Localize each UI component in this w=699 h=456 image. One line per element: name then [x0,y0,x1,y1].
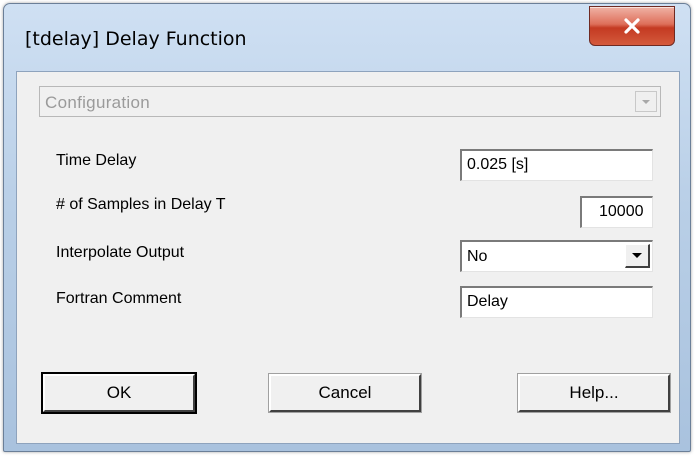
time-delay-label: Time Delay [56,152,137,169]
cancel-button[interactable]: Cancel [268,373,422,413]
time-delay-value: 0.025 [s] [467,156,529,173]
ok-button[interactable]: OK [41,372,197,414]
help-button[interactable]: Help... [517,373,671,413]
dialog-window: [tdelay] Delay Function Configuration Ti… [3,3,691,452]
configuration-selected: Configuration [45,93,151,112]
interpolate-label: Interpolate Output [56,244,185,261]
samples-value: 10000 [599,203,644,220]
samples-input[interactable]: 10000 [580,196,653,228]
interpolate-dropdown-button[interactable] [625,244,650,268]
configuration-dropdown[interactable]: Configuration [39,86,661,117]
configuration-dropdown-button[interactable] [635,91,657,112]
dialog-content: Configuration Time Delay 0.025 [s] # of … [16,71,680,444]
chevron-down-icon [642,99,650,104]
time-delay-input[interactable]: 0.025 [s] [460,149,653,181]
title-bar[interactable]: [tdelay] Delay Function [4,4,690,72]
close-button[interactable] [589,6,675,46]
interpolate-select[interactable]: No [460,240,653,272]
fortran-comment-input[interactable]: Delay [460,286,653,318]
fortran-comment-label: Fortran Comment [56,290,182,307]
interpolate-value: No [467,248,488,265]
samples-label: # of Samples in Delay T [56,196,226,213]
chevron-down-icon [632,253,642,258]
fortran-comment-value: Delay [467,293,508,310]
close-icon [624,18,640,34]
window-title: [tdelay] Delay Function [25,28,247,50]
